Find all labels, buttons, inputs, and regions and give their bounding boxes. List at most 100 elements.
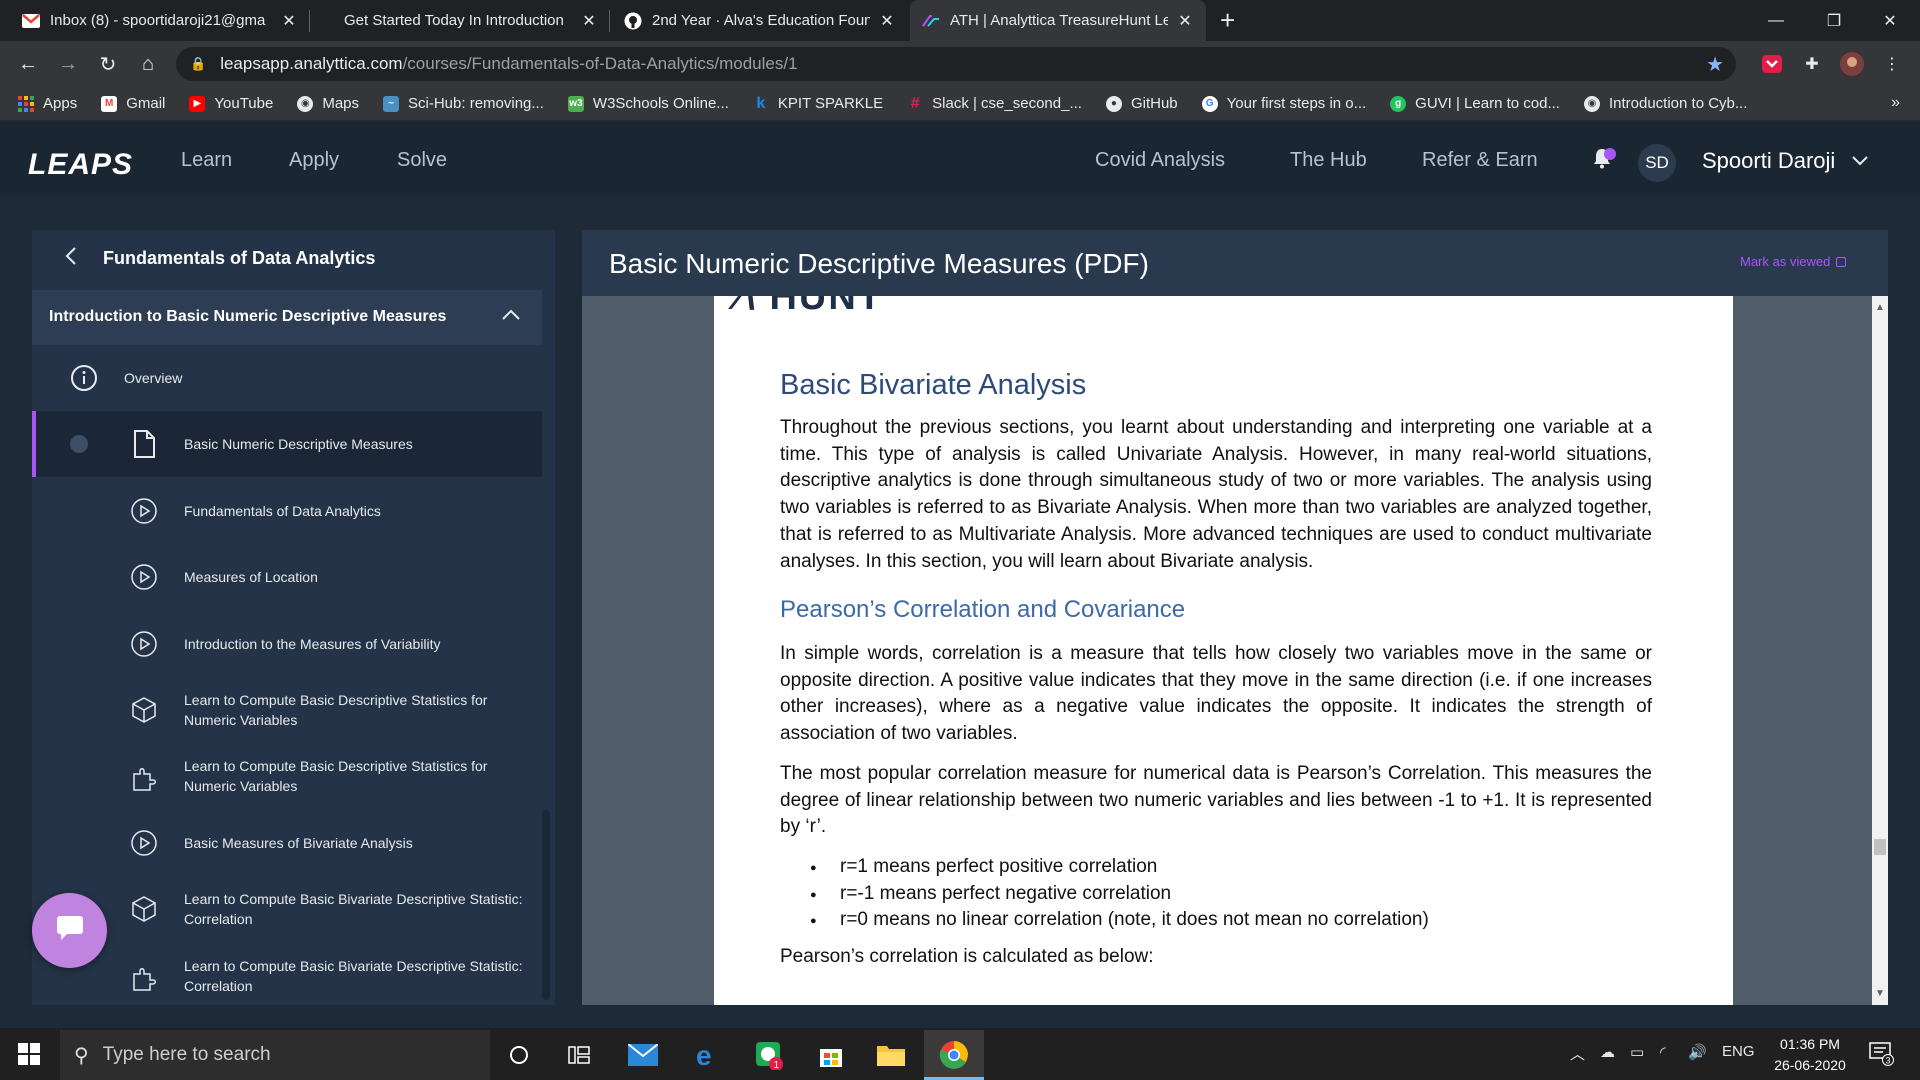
sidebar-item-label: Basic Measures of Bivariate Analysis <box>184 835 413 851</box>
cortana-icon[interactable] <box>502 1038 536 1072</box>
bookmark-gmail[interactable]: M Gmail <box>101 95 165 112</box>
sidebar-item-label: Learn to Compute Basic Descriptive Stati… <box>184 758 488 794</box>
bookmark-github[interactable]: ● GitHub <box>1105 95 1178 112</box>
store-icon[interactable] <box>814 1038 848 1072</box>
nav-solve[interactable]: Solve <box>397 149 447 172</box>
nav-learn[interactable]: Learn <box>181 149 232 172</box>
notification-center-icon[interactable]: 3 <box>1868 1040 1894 1070</box>
mail-icon[interactable] <box>626 1038 660 1072</box>
more-bookmarks-icon[interactable]: » <box>1891 94 1900 112</box>
search-placeholder: Type here to search <box>102 1044 271 1065</box>
whatsapp-badge-count: 1 <box>774 1060 780 1070</box>
profile-avatar-icon[interactable] <box>1840 52 1864 76</box>
chrome-icon[interactable] <box>937 1038 971 1072</box>
nav-covid-analysis[interactable]: Covid Analysis <box>1095 149 1225 172</box>
volume-icon[interactable]: 🔊 <box>1688 1043 1707 1061</box>
mark-as-viewed-button[interactable]: Mark as viewed <box>1740 254 1847 269</box>
scroll-up-icon[interactable]: ▲ <box>1875 302 1885 313</box>
onedrive-icon[interactable]: ☁ <box>1600 1043 1615 1061</box>
w3schools-icon: w3 <box>567 95 584 112</box>
edge-icon[interactable]: e <box>690 1038 724 1072</box>
chat-button[interactable] <box>32 893 107 968</box>
sidebar-item-basic-numeric[interactable]: Basic Numeric Descriptive Measures <box>32 411 542 477</box>
checkbox-icon[interactable] <box>1836 256 1847 267</box>
chevron-left-icon[interactable] <box>64 246 78 272</box>
browser-tab-active[interactable]: ATH | Analyttica TreasureHunt Le ✕ <box>910 0 1206 41</box>
reload-icon[interactable]: ↻ <box>94 50 122 78</box>
battery-icon[interactable]: ▭ <box>1630 1043 1644 1061</box>
clock-time: 01:36 PM <box>1780 1036 1840 1052</box>
bookmark-label: W3Schools Online... <box>592 95 729 112</box>
nav-apply[interactable]: Apply <box>289 149 339 172</box>
pdf-scrollbar[interactable]: ▲ ▼ <box>1872 296 1888 1005</box>
module-section-header[interactable]: Introduction to Basic Numeric Descriptiv… <box>32 290 542 345</box>
pdf-bullet-list: r=1 means perfect positive correlation r… <box>780 854 1429 935</box>
sidebar-item-measures-location[interactable]: Measures of Location <box>32 544 542 610</box>
browser-menu-icon[interactable]: ⋮ <box>1880 52 1904 76</box>
bookmark-cyber[interactable]: ◉ Introduction to Cyb... <box>1583 95 1747 112</box>
clock[interactable]: 01:36 PM 26-06-2020 <box>1760 1034 1860 1076</box>
bookmark-slack[interactable]: # Slack | cse_second_... <box>907 94 1082 113</box>
avatar[interactable]: SD <box>1638 144 1676 182</box>
bookmark-guvi[interactable]: g GUVI | Learn to cod... <box>1390 95 1560 112</box>
windows-start-icon[interactable] <box>18 1043 40 1065</box>
sidebar-item-compute-stats-lab[interactable]: Learn to Compute Basic Descriptive Stati… <box>32 677 542 743</box>
leaps-logo[interactable]: LEAPS <box>28 148 133 182</box>
task-view-icon[interactable] <box>562 1038 596 1072</box>
close-tab-icon[interactable]: ✕ <box>580 11 598 31</box>
scihub-icon: ~ <box>383 95 400 112</box>
sidebar-item-correlation-quiz[interactable]: Learn to Compute Basic Bivariate Descrip… <box>32 943 542 1005</box>
pdf-viewer[interactable]: ⁄\ HUNT Basic Bivariate Analysis Through… <box>582 296 1872 1005</box>
address-bar[interactable]: 🔒 leapsapp.analyttica.com/courses/Fundam… <box>176 47 1736 81</box>
tray-overflow-icon[interactable]: ︿ <box>1570 1043 1585 1064</box>
wifi-icon[interactable]: ◜ <box>1660 1043 1666 1061</box>
pdf-paragraph-4: Pearson’s correlation is calculated as b… <box>780 946 1154 967</box>
new-tab-icon[interactable]: + <box>1220 6 1235 34</box>
scroll-thumb[interactable] <box>1874 839 1886 855</box>
nav-refer-earn[interactable]: Refer & Earn <box>1422 149 1538 172</box>
sidebar-item-variability[interactable]: Introduction to the Measures of Variabil… <box>32 611 542 677</box>
file-explorer-icon[interactable] <box>874 1038 908 1072</box>
bookmark-label: KPIT SPARKLE <box>777 95 884 112</box>
browser-tab-introduction[interactable]: Get Started Today In Introduction ✕ <box>312 0 610 41</box>
bookmark-youtube[interactable]: ▶ YouTube <box>189 95 273 112</box>
forward-icon[interactable]: → <box>54 50 82 78</box>
bookmark-scihub[interactable]: ~ Sci-Hub: removing... <box>383 95 544 112</box>
bookmark-apps[interactable]: Apps <box>18 95 77 112</box>
extensions-puzzle-icon[interactable]: ✚ <box>1800 52 1824 76</box>
bookmark-star-icon[interactable]: ★ <box>1706 52 1724 77</box>
slack-icon: # <box>910 94 920 112</box>
bookmark-w3schools[interactable]: w3 W3Schools Online... <box>567 95 729 112</box>
restore-icon[interactable]: ❐ <box>1806 0 1862 41</box>
course-title: Fundamentals of Data Analytics <box>103 248 376 268</box>
browser-tab-gmail[interactable]: Inbox (8) - spoortidaroji21@gma ✕ <box>10 0 310 41</box>
whatsapp-icon[interactable]: 1 <box>752 1038 786 1072</box>
back-icon[interactable]: ← <box>14 50 42 78</box>
chevron-down-icon[interactable] <box>1852 150 1868 171</box>
close-tab-icon[interactable]: ✕ <box>878 11 896 31</box>
close-tab-icon[interactable]: ✕ <box>1176 11 1194 31</box>
language-indicator[interactable]: ENG <box>1722 1043 1755 1060</box>
progress-dot <box>70 435 88 453</box>
url-host: leapsapp.analyttica.com <box>220 54 403 73</box>
minimize-icon[interactable]: — <box>1748 0 1804 41</box>
sidebar-scrollbar[interactable] <box>542 810 550 1000</box>
nav-the-hub[interactable]: The Hub <box>1290 149 1367 172</box>
taskbar-search-input[interactable]: ⚲ Type here to search <box>60 1030 490 1080</box>
user-name[interactable]: Spoorti Daroji <box>1702 148 1835 174</box>
pocket-extension-icon[interactable] <box>1760 52 1784 76</box>
home-icon[interactable]: ⌂ <box>134 50 162 78</box>
sidebar-item-fundamentals[interactable]: Fundamentals of Data Analytics <box>32 478 542 544</box>
sidebar-item-overview[interactable]: Overview <box>32 345 542 411</box>
bookmark-first-steps[interactable]: G Your first steps in o... <box>1201 95 1366 112</box>
scroll-down-icon[interactable]: ▼ <box>1875 988 1885 999</box>
sidebar-item-bivariate[interactable]: Basic Measures of Bivariate Analysis <box>32 810 542 876</box>
close-tab-icon[interactable]: ✕ <box>280 11 298 31</box>
chevron-up-icon[interactable] <box>502 304 520 327</box>
close-window-icon[interactable]: ✕ <box>1862 0 1918 41</box>
browser-tab-github[interactable]: 2nd Year · Alva's Education Foun ✕ <box>612 0 908 41</box>
sidebar-item-correlation-lab[interactable]: Learn to Compute Basic Bivariate Descrip… <box>32 876 542 942</box>
bookmark-maps[interactable]: ◉ Maps <box>297 95 359 112</box>
bookmark-kpit[interactable]: k KPIT SPARKLE <box>753 95 884 113</box>
sidebar-item-compute-stats-quiz[interactable]: Learn to Compute Basic Descriptive Stati… <box>32 743 542 809</box>
